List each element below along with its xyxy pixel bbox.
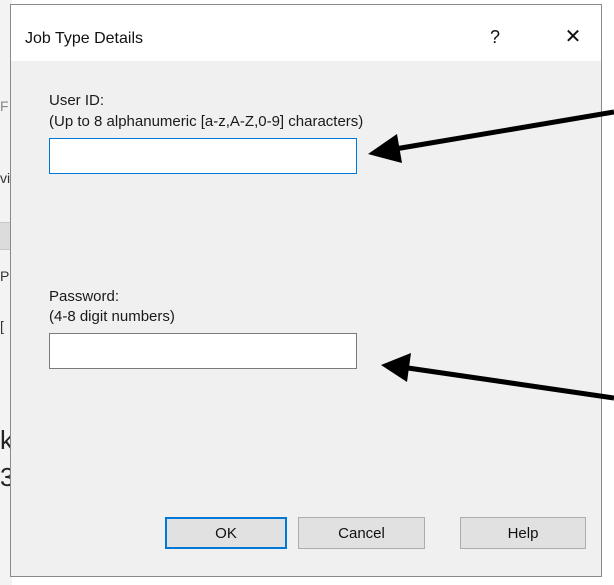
- annotation-arrow-user-id: [368, 109, 614, 163]
- annotation-arrow-password: [381, 353, 614, 401]
- annotation-arrows: [368, 109, 614, 401]
